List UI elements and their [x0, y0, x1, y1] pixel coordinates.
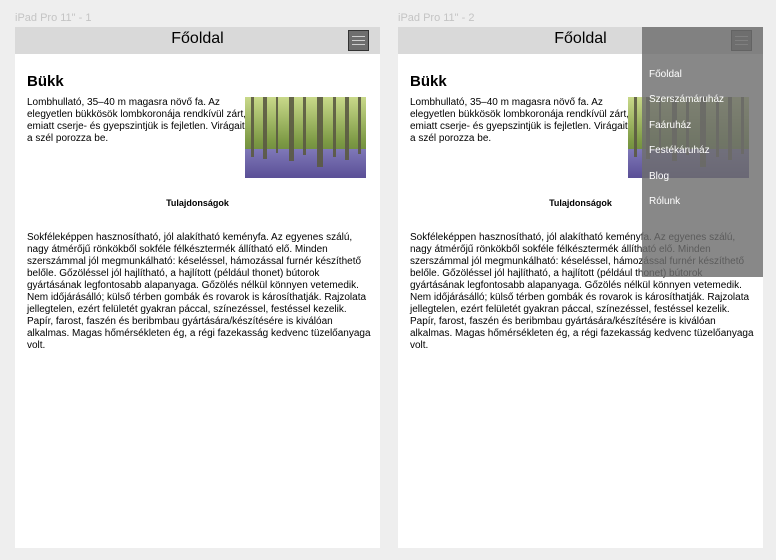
hamburger-menu-icon[interactable]: [348, 30, 369, 51]
menu-item-fooldal[interactable]: Főoldal: [649, 69, 682, 80]
menu-item-festekaruhaz[interactable]: Festékáruház: [649, 145, 710, 156]
menu-item-rolunk[interactable]: Rólunk: [649, 196, 680, 207]
intro-text: Lombhullató, 35–40 m magasra növő fa. Az…: [27, 97, 247, 144]
nav-menu-overlay: Főoldal Szerszámáruház Faáruház Festékár…: [642, 27, 763, 277]
frame-label: iPad Pro 11" - 2: [398, 12, 475, 24]
page-title: Bükk: [410, 73, 447, 90]
menu-item-faaruhaz[interactable]: Faáruház: [649, 120, 691, 131]
header-title: Főoldal: [171, 30, 224, 47]
ipad-frame-2: Főoldal Bükk Lombhullató, 35–40 m magasr…: [398, 27, 763, 548]
menu-item-szerszamaruhaz[interactable]: Szerszámáruház: [649, 94, 724, 105]
intro-text: Lombhullató, 35–40 m magasra növő fa. Az…: [410, 97, 630, 144]
body-text: Sokféleképpen hasznosítható, jól alakíth…: [27, 232, 371, 351]
section-heading: Tulajdonságok: [166, 198, 229, 208]
menu-item-blog[interactable]: Blog: [649, 171, 669, 182]
header-bar: Főoldal: [15, 27, 380, 54]
beech-forest-photo: [245, 97, 366, 178]
ipad-frame-1: Főoldal Bükk Lombhullató, 35–40 m magasr…: [15, 27, 380, 548]
frame-label: iPad Pro 11" - 1: [15, 12, 92, 24]
page-title: Bükk: [27, 73, 64, 90]
